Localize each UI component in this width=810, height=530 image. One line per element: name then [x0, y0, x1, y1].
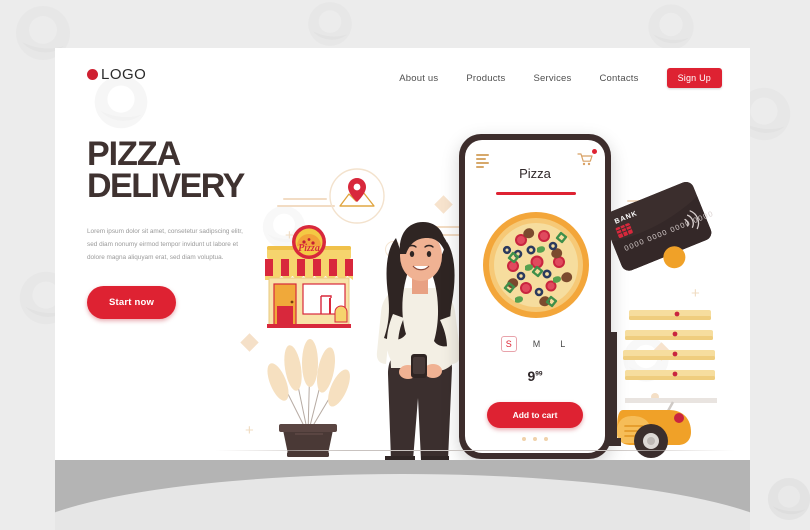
add-to-cart-button[interactable]: Add to cart — [487, 402, 583, 428]
carousel-dot[interactable] — [544, 437, 548, 441]
carousel-dot[interactable] — [522, 437, 526, 441]
nav-item-about-us[interactable]: About us — [399, 73, 438, 84]
size-selector: S M L — [465, 336, 605, 352]
footer-band — [55, 460, 750, 530]
decor-diamond — [434, 195, 453, 214]
main-navigation: About us Products Services Contacts Sign… — [399, 68, 722, 88]
headline-line-1: PIZZA — [87, 135, 181, 173]
nav-item-contacts[interactable]: Contacts — [599, 73, 638, 84]
nav-item-services[interactable]: Services — [533, 73, 571, 84]
hero-description: Lorem ipsum dolor sit amet, consetetur s… — [87, 227, 243, 261]
size-option-s[interactable]: S — [500, 336, 517, 352]
size-option-m[interactable]: M — [529, 337, 545, 351]
product-price: 999 — [465, 368, 605, 384]
landing-page-card: LOGO About us Products Services Contacts… — [55, 48, 750, 488]
start-now-button[interactable]: Start now — [87, 285, 177, 319]
ground-line — [215, 450, 735, 451]
phone-screen: Pizza S M L 999 Add to cart — [465, 140, 605, 453]
delivery-scooter-illustration — [603, 298, 733, 463]
logo-text: LOGO — [101, 66, 147, 83]
watermark-swirl — [300, 0, 360, 54]
title-underline — [496, 192, 576, 195]
carousel-dot[interactable] — [533, 437, 537, 441]
price-cents: 99 — [535, 370, 543, 378]
decor-plus: + — [245, 422, 254, 439]
headline-line-2: DELIVERY — [87, 167, 245, 206]
smartphone-mockup: Pizza S M L 999 Add to cart — [459, 134, 611, 459]
site-header: LOGO About us Products Services Contacts… — [55, 48, 750, 110]
logo-dot-icon — [87, 69, 98, 80]
app-title: Pizza — [519, 166, 551, 181]
app-top-bar: Pizza — [465, 140, 605, 195]
size-option-l[interactable]: L — [556, 337, 569, 351]
nav-item-products[interactable]: Products — [466, 73, 505, 84]
pizza-shop-illustration: Pizza — [263, 220, 355, 337]
pizza-product-image — [481, 210, 591, 320]
footer-arc — [55, 474, 750, 530]
cart-badge — [592, 149, 597, 154]
bank-card-illustration: BANK 0000 0000 0000 0000 — [603, 173, 715, 303]
watermark-swirl — [760, 470, 810, 528]
page-title: PIZZA DELIVERY — [87, 135, 302, 206]
carousel-dots[interactable] — [465, 437, 605, 441]
logo[interactable]: LOGO — [87, 66, 146, 83]
potted-plant-illustration — [265, 336, 351, 463]
sign-up-button[interactable]: Sign Up — [666, 68, 722, 88]
decor-diamond — [240, 333, 259, 352]
svg-text:Pizza: Pizza — [298, 243, 320, 254]
